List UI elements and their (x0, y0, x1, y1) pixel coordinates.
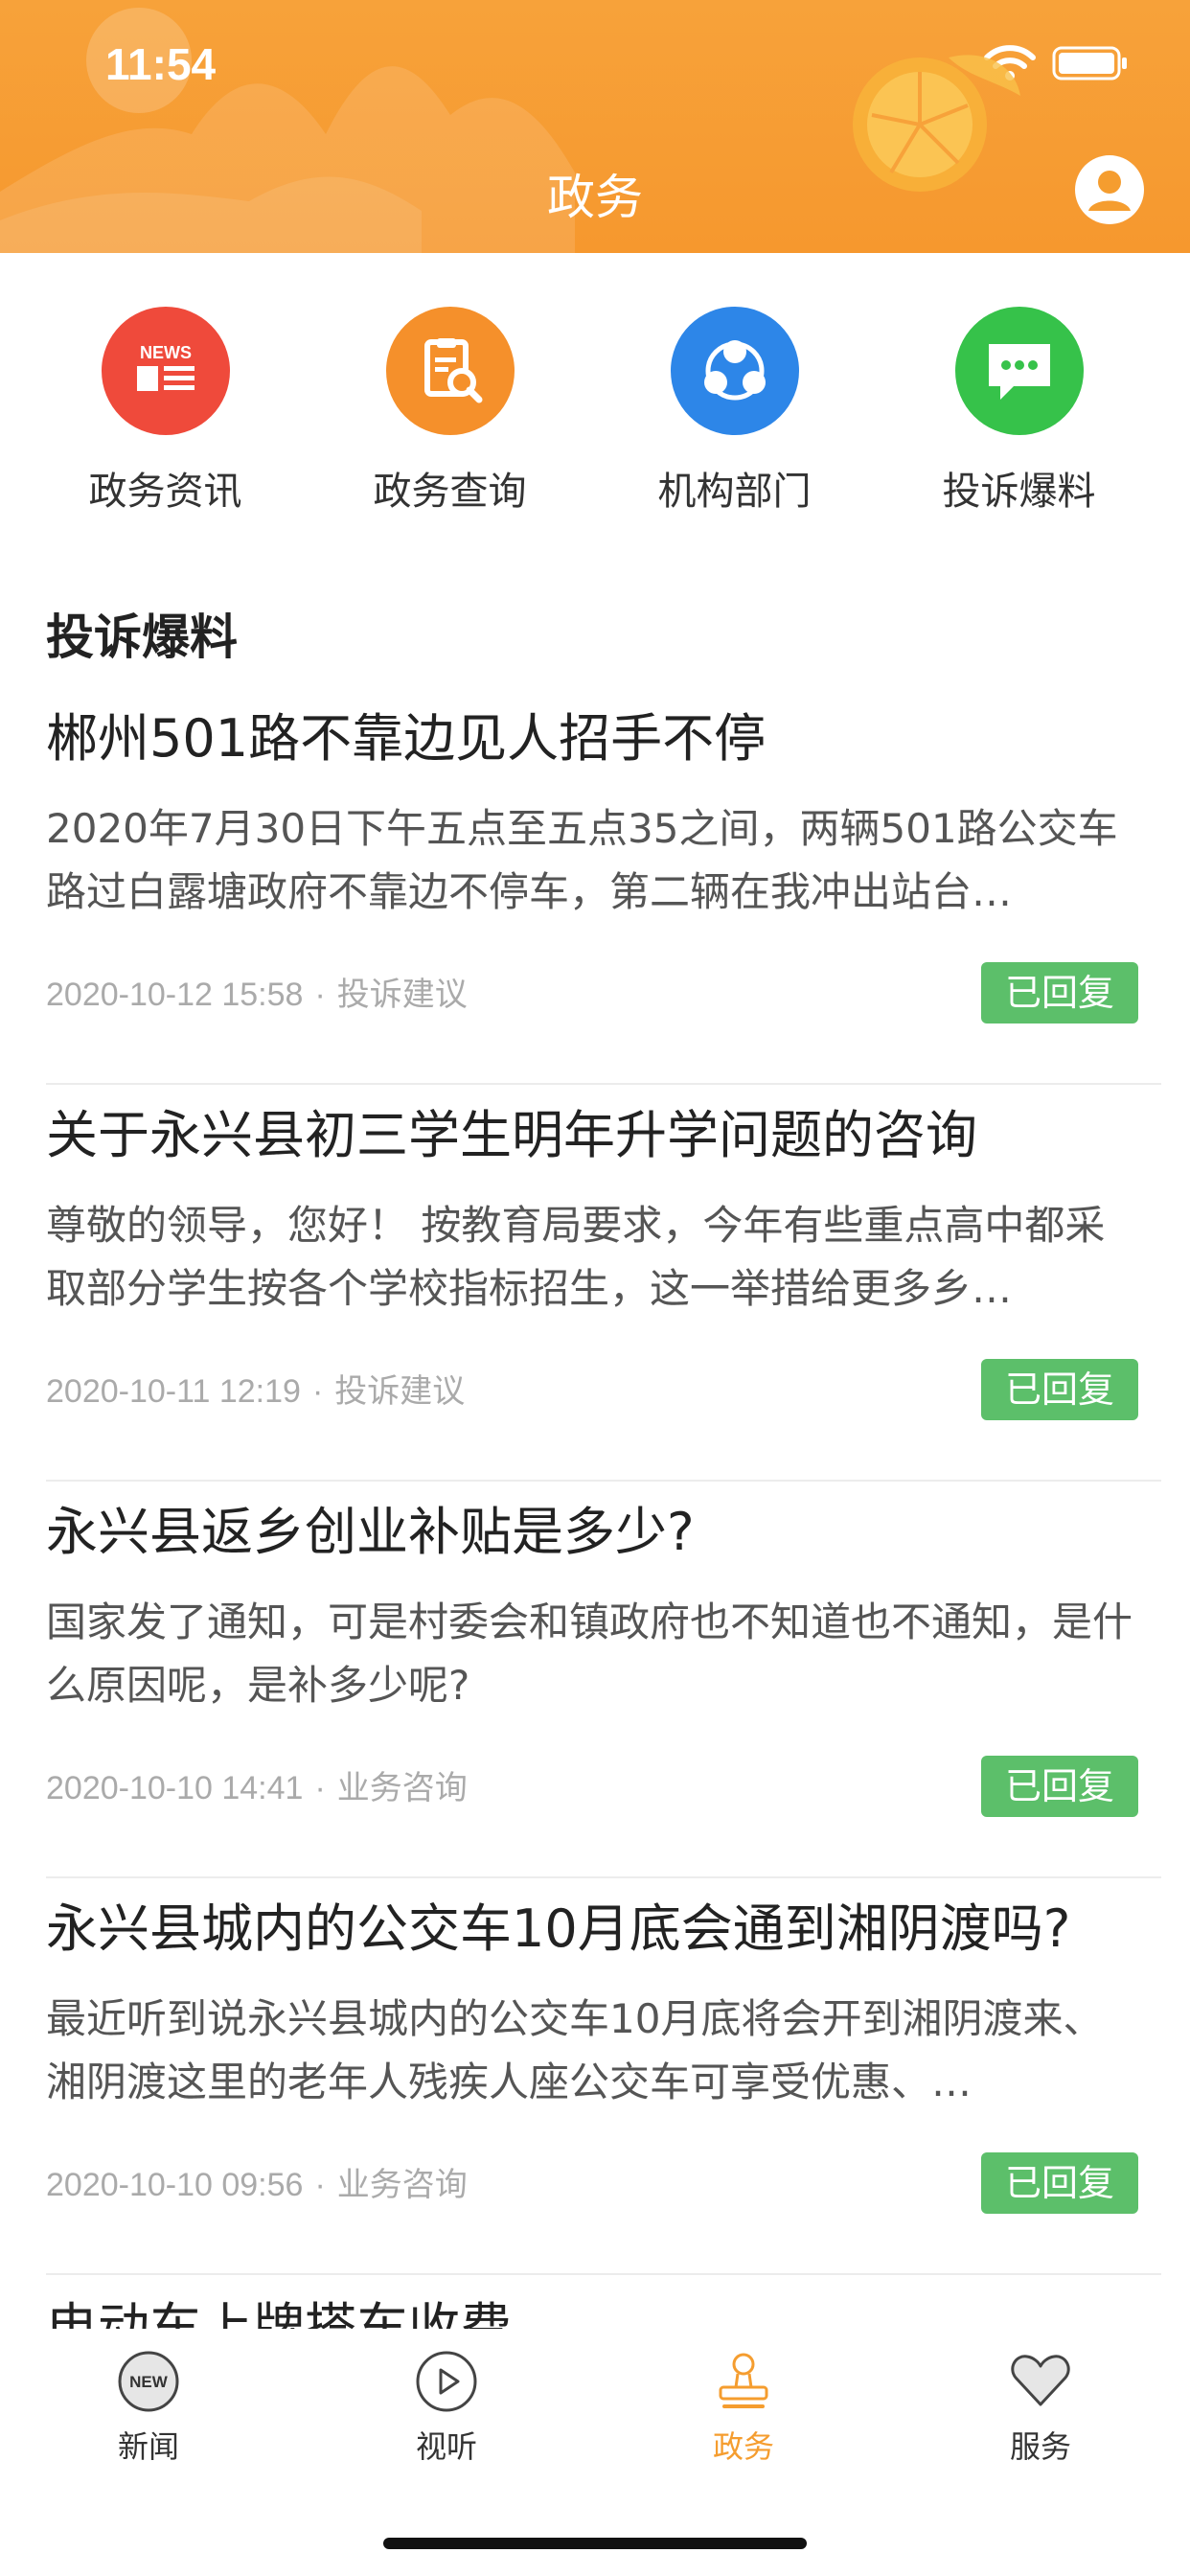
item-title: 永兴县城内的公交车10月底会通到湘阴渡吗? (46, 1898, 1071, 1959)
item-category: 投诉建议 (336, 977, 468, 1013)
item-description: 尊敬的领导，您好！ 按教育局要求，今年有些重点高中都采取部分学生按各个学校指标招… (46, 1202, 1106, 1312)
quick-link-gov-news[interactable]: NEWS 政务资讯 (23, 307, 308, 518)
list-item[interactable]: 郴州501路不靠边见人招手不停 2020年7月30日下午五点至五点35之间，两辆… (46, 688, 1161, 1085)
section-title: 投诉爆料 (46, 610, 238, 665)
item-title: 郴州501路不靠边见人招手不停 (46, 708, 767, 769)
item-category: 业务咨询 (336, 2167, 468, 2203)
organization-icon (670, 307, 799, 435)
list-item[interactable]: 关于永兴县初三学生明年升学问题的咨询 尊敬的领导，您好！ 按教育局要求，今年有些… (46, 1085, 1161, 1482)
item-category: 投诉建议 (334, 1373, 466, 1410)
quick-link-complaint[interactable]: 投诉爆料 (877, 307, 1161, 518)
status-badge: 已回复 (981, 1359, 1138, 1420)
item-description: 最近听到说永兴县城内的公交车10月底将会开到湘阴渡来、湘阴渡这里的老年人残疾人座… (46, 1995, 1104, 2105)
tab-label: 新闻 (117, 2428, 179, 2465)
complaint-list: 郴州501路不靠边见人招手不停 2020年7月30日下午五点至五点35之间，两辆… (46, 688, 1161, 2275)
item-description: 2020年7月30日下午五点至五点35之间，两辆501路公交车路过白露塘政府不靠… (46, 805, 1118, 915)
quick-link-label: 政务查询 (373, 470, 527, 514)
item-category: 业务咨询 (336, 1770, 468, 1806)
tab-services[interactable]: 服务 (945, 2348, 1136, 2467)
item-title: 永兴县返乡创业补贴是多少? (46, 1502, 695, 1562)
status-badge: 已回复 (981, 962, 1138, 1024)
heart-icon (945, 2348, 1136, 2415)
separator-dot: · (314, 977, 326, 1013)
quick-link-gov-query[interactable]: 政务查询 (308, 307, 592, 518)
quick-link-label: 机构部门 (657, 470, 812, 514)
stamp-icon (648, 2348, 839, 2415)
header-bar: 11:54 政务 (0, 0, 1190, 253)
separator-dot: · (314, 2167, 326, 2203)
list-item[interactable]: 永兴县城内的公交车10月底会通到湘阴渡吗? 最近听到说永兴县城内的公交车10月底… (46, 1878, 1161, 2275)
item-date: 2020-10-11 12:19 (46, 1373, 301, 1410)
list-item[interactable]: 永兴县返乡创业补贴是多少? 国家发了通知，可是村委会和镇政府也不知道也不通知，是… (46, 1482, 1161, 1878)
battery-icon (1052, 46, 1127, 80)
quick-link-organization[interactable]: 机构部门 (592, 307, 877, 518)
news-icon: NEWS (101, 307, 230, 435)
item-date: 2020-10-10 14:41 (46, 1770, 304, 1806)
message-icon (954, 307, 1084, 435)
home-indicator[interactable] (383, 2538, 807, 2549)
item-description: 国家发了通知，可是村委会和镇政府也不知道也不通知，是什么原因呢，是补多少呢? (46, 1598, 1133, 1709)
status-badge: 已回复 (981, 2152, 1138, 2214)
user-profile-icon[interactable] (1073, 153, 1146, 226)
search-doc-icon (385, 307, 515, 435)
separator-dot: · (311, 1373, 324, 1410)
item-meta: 2020-10-12 15:58 · 投诉建议 (46, 968, 468, 1015)
tab-label: 服务 (1009, 2428, 1071, 2465)
item-date: 2020-10-10 09:56 (46, 2167, 304, 2203)
tab-government[interactable]: 政务 (648, 2348, 839, 2467)
item-meta: 2020-10-10 09:56 · 业务咨询 (46, 2158, 468, 2205)
item-meta: 2020-10-11 12:19 · 投诉建议 (46, 1365, 465, 1412)
tab-media[interactable]: 视听 (351, 2348, 542, 2467)
status-time: 11:54 (105, 39, 217, 89)
quick-link-label: 投诉爆料 (942, 470, 1096, 514)
page-title: 政务 (547, 170, 643, 225)
quick-link-label: 政务资讯 (88, 470, 242, 514)
tab-label: 政务 (712, 2428, 774, 2465)
separator-dot: · (314, 1770, 326, 1806)
play-icon (351, 2348, 542, 2415)
tab-label: 视听 (415, 2428, 477, 2465)
status-badge: 已回复 (981, 1756, 1138, 1817)
svg-text:NEWS: NEWS (140, 343, 192, 362)
new-badge-icon: NEW (53, 2348, 244, 2415)
svg-text:NEW: NEW (129, 2373, 169, 2391)
item-date: 2020-10-12 15:58 (46, 977, 304, 1013)
item-title: 关于永兴县初三学生明年升学问题的咨询 (46, 1105, 977, 1165)
quick-link-row: NEWS 政务资讯 政务查询 机构部门 投诉爆料 (0, 307, 1190, 518)
item-meta: 2020-10-10 14:41 · 业务咨询 (46, 1761, 468, 1808)
tab-news[interactable]: NEW 新闻 (53, 2348, 244, 2467)
